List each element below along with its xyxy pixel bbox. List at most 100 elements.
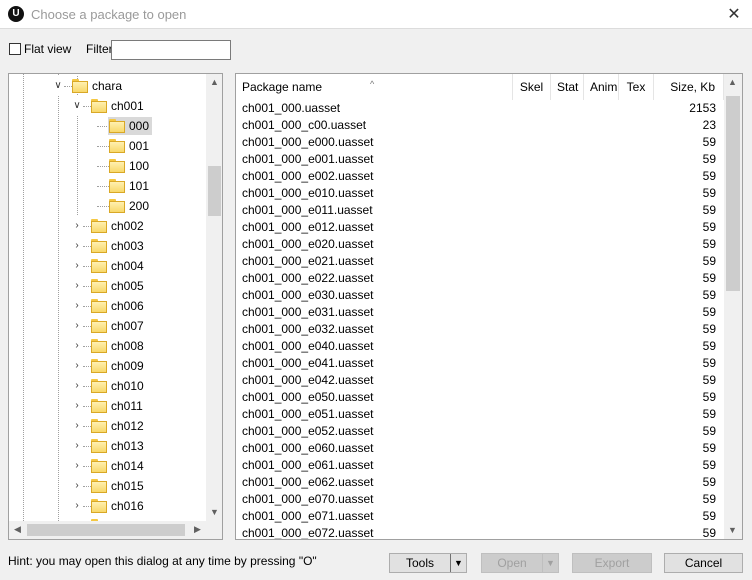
chevron-down-icon[interactable]: ∨	[72, 96, 82, 116]
tree-node-ch006[interactable]: › ch006	[9, 296, 206, 316]
tree-node-200[interactable]: 200	[9, 196, 206, 216]
tree-node-ch007[interactable]: › ch007	[9, 316, 206, 336]
tree-vertical-scrollbar[interactable]: ▲ ▼	[206, 74, 222, 521]
close-icon[interactable]: ✕	[716, 0, 752, 29]
flat-view-label[interactable]: Flat view	[24, 42, 71, 56]
tree-node-ch009[interactable]: › ch009	[9, 356, 206, 376]
scroll-down-icon[interactable]: ▼	[724, 522, 741, 539]
table-row[interactable]: ch001_000_e022.uasset 59	[236, 270, 724, 287]
open-button[interactable]: Open ▼	[481, 553, 559, 573]
chevron-right-icon[interactable]: ›	[72, 336, 82, 356]
size-cell: 59	[702, 305, 716, 319]
folder-icon	[91, 459, 107, 473]
chevron-right-icon[interactable]: ›	[72, 456, 82, 476]
tree-node-101[interactable]: 101	[9, 176, 206, 196]
tree-vscroll-thumb[interactable]	[208, 166, 221, 216]
table-row[interactable]: ch001_000_c00.uasset 23	[236, 117, 724, 134]
chevron-right-icon[interactable]: ›	[72, 396, 82, 416]
tree-node-ch001[interactable]: ∨ ch001	[9, 96, 206, 116]
filter-input[interactable]	[111, 40, 231, 60]
chevron-right-icon[interactable]: ›	[72, 256, 82, 276]
table-row[interactable]: ch001_000_e020.uasset 59	[236, 236, 724, 253]
chevron-right-icon[interactable]: ›	[72, 276, 82, 296]
tree-node-ch013[interactable]: › ch013	[9, 436, 206, 456]
chevron-right-icon[interactable]: ›	[72, 216, 82, 236]
tree-node-ch011[interactable]: › ch011	[9, 396, 206, 416]
chevron-right-icon[interactable]: ›	[72, 296, 82, 316]
tree-node-ch016[interactable]: › ch016	[9, 496, 206, 516]
chevron-right-icon[interactable]: ›	[72, 476, 82, 496]
tree-node-ch002[interactable]: › ch002	[9, 216, 206, 236]
table-row[interactable]: ch001_000_e041.uasset 59	[236, 355, 724, 372]
scroll-right-icon[interactable]: ▶	[189, 521, 206, 538]
tree-node-ch012[interactable]: › ch012	[9, 416, 206, 436]
tree-node-ch010[interactable]: › ch010	[9, 376, 206, 396]
chevron-right-icon[interactable]: ›	[72, 376, 82, 396]
flat-view-checkbox[interactable]	[9, 43, 21, 55]
table-row[interactable]: ch001_000_e031.uasset 59	[236, 304, 724, 321]
table-row[interactable]: ch001_000_e062.uasset 59	[236, 474, 724, 491]
chevron-down-icon[interactable]: ▼	[542, 554, 558, 572]
scroll-left-icon[interactable]: ◀	[9, 521, 26, 538]
folder-icon	[91, 439, 107, 453]
table-row[interactable]: ch001_000.uasset 2153	[236, 100, 724, 117]
tree-node-100[interactable]: 100	[9, 156, 206, 176]
chevron-right-icon[interactable]: ›	[72, 436, 82, 456]
tree-node-001[interactable]: 001	[9, 136, 206, 156]
table-row[interactable]: ch001_000_e071.uasset 59	[236, 508, 724, 525]
column-tex[interactable]: Tex	[619, 74, 654, 100]
table-row[interactable]: ch001_000_e051.uasset 59	[236, 406, 724, 423]
chevron-down-icon[interactable]: ▼	[450, 554, 466, 572]
table-row[interactable]: ch001_000_e050.uasset 59	[236, 389, 724, 406]
chevron-right-icon[interactable]: ›	[72, 356, 82, 376]
size-cell: 59	[702, 458, 716, 472]
chevron-right-icon[interactable]: ›	[72, 416, 82, 436]
package-name-cell: ch001_000_e052.uasset	[242, 424, 374, 438]
folder-icon	[109, 179, 125, 193]
table-row[interactable]: ch001_000_e061.uasset 59	[236, 457, 724, 474]
table-row[interactable]: ch001_000_e021.uasset 59	[236, 253, 724, 270]
table-row[interactable]: ch001_000_e042.uasset 59	[236, 372, 724, 389]
chevron-right-icon[interactable]: ›	[72, 236, 82, 256]
table-row[interactable]: ch001_000_e040.uasset 59	[236, 338, 724, 355]
column-stat[interactable]: Stat	[551, 74, 584, 100]
scroll-up-icon[interactable]: ▲	[724, 74, 741, 91]
column-skel[interactable]: Skel	[513, 74, 551, 100]
table-row[interactable]: ch001_000_e001.uasset 59	[236, 151, 724, 168]
chevron-down-icon[interactable]: ∨	[53, 76, 63, 96]
table-row[interactable]: ch001_000_e012.uasset 59	[236, 219, 724, 236]
column-size[interactable]: Size, Kb	[654, 74, 724, 100]
table-row[interactable]: ch001_000_e060.uasset 59	[236, 440, 724, 457]
list-vscroll-thumb[interactable]	[726, 96, 740, 291]
table-row[interactable]: ch001_000_e011.uasset 59	[236, 202, 724, 219]
table-row[interactable]: ch001_000_e002.uasset 59	[236, 168, 724, 185]
tree-node-chara[interactable]: ∨ chara	[9, 76, 206, 96]
cancel-button[interactable]: Cancel	[664, 553, 743, 573]
tree-node-ch004[interactable]: › ch004	[9, 256, 206, 276]
table-row[interactable]: ch001_000_e070.uasset 59	[236, 491, 724, 508]
table-row[interactable]: ch001_000_e000.uasset 59	[236, 134, 724, 151]
column-package-name[interactable]: ^ Package name	[236, 74, 513, 100]
chevron-right-icon[interactable]: ›	[72, 496, 82, 516]
tree-node-ch014[interactable]: › ch014	[9, 456, 206, 476]
scroll-down-icon[interactable]: ▼	[206, 504, 222, 521]
tree-node-000[interactable]: 000	[9, 116, 206, 136]
tree-hscroll-thumb[interactable]	[27, 524, 185, 536]
tree-node-ch005[interactable]: › ch005	[9, 276, 206, 296]
export-button[interactable]: Export	[572, 553, 652, 573]
tree-node-ch008[interactable]: › ch008	[9, 336, 206, 356]
tree-node-ch015[interactable]: › ch015	[9, 476, 206, 496]
scroll-up-icon[interactable]: ▲	[206, 74, 222, 91]
tools-button[interactable]: Tools ▼	[389, 553, 467, 573]
chevron-right-icon[interactable]: ›	[72, 316, 82, 336]
table-row[interactable]: ch001_000_e072.uasset 59	[236, 525, 724, 539]
table-row[interactable]: ch001_000_e010.uasset 59	[236, 185, 724, 202]
table-row[interactable]: ch001_000_e030.uasset 59	[236, 287, 724, 304]
tree-horizontal-scrollbar[interactable]: ◀ ▶	[9, 521, 206, 539]
table-row[interactable]: ch001_000_e032.uasset 59	[236, 321, 724, 338]
package-name-cell: ch001_000_e021.uasset	[242, 254, 374, 268]
list-vertical-scrollbar[interactable]: ▲ ▼	[724, 74, 742, 539]
tree-node-ch003[interactable]: › ch003	[9, 236, 206, 256]
column-anim[interactable]: Anim	[584, 74, 619, 100]
table-row[interactable]: ch001_000_e052.uasset 59	[236, 423, 724, 440]
